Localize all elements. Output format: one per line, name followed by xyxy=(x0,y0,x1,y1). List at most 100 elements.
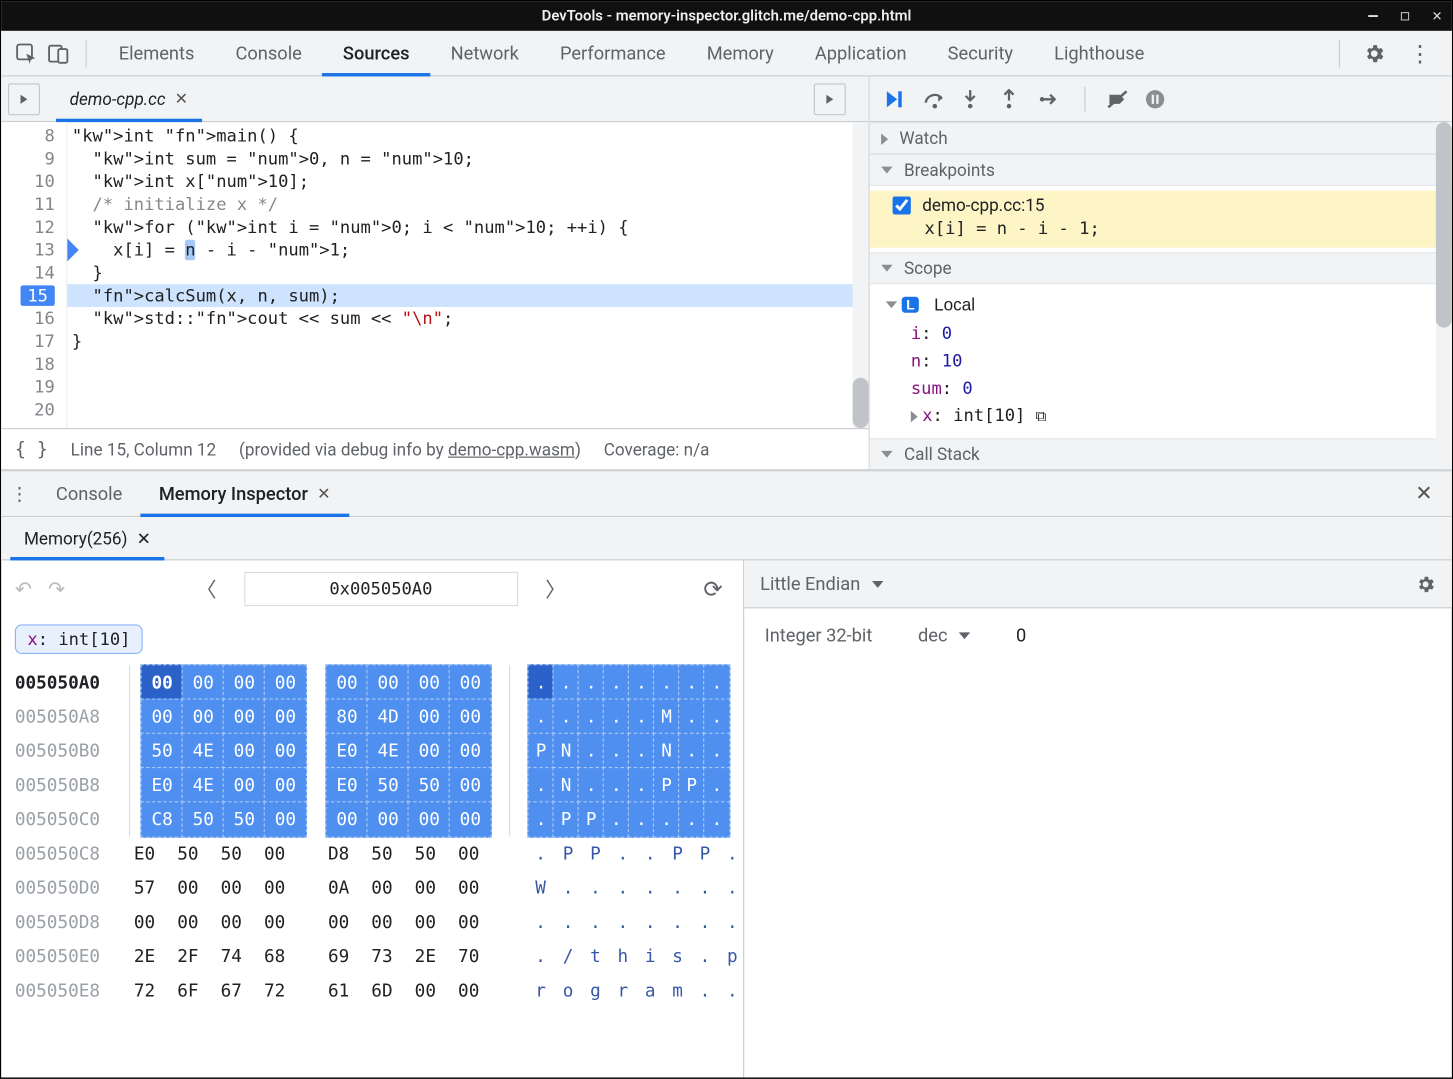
hex-byte[interactable]: 2E xyxy=(123,939,166,973)
step-into-icon[interactable] xyxy=(961,88,986,109)
ascii-byte[interactable]: . xyxy=(552,664,579,701)
ascii-byte[interactable]: . xyxy=(578,733,605,770)
ascii-byte[interactable]: / xyxy=(554,939,581,973)
ascii-byte[interactable]: . xyxy=(527,699,554,736)
hex-byte[interactable]: 00 xyxy=(447,905,490,939)
hex-byte[interactable]: 00 xyxy=(404,871,447,905)
ascii-byte[interactable]: . xyxy=(703,699,730,736)
hex-byte[interactable]: 00 xyxy=(325,801,368,838)
hex-byte[interactable]: 00 xyxy=(182,664,225,701)
hex-byte[interactable]: 00 xyxy=(447,837,490,871)
breakpoint-item[interactable]: demo-cpp.cc:15x[i] = n - i - 1; xyxy=(870,191,1452,248)
drawer-menu-icon[interactable]: ⋮ xyxy=(10,483,37,505)
ascii-byte[interactable]: P xyxy=(664,837,691,871)
page-next-icon[interactable]: 〉 xyxy=(538,574,572,604)
hex-byte[interactable]: 00 xyxy=(366,801,409,838)
hex-byte[interactable]: 00 xyxy=(140,699,183,736)
ascii-byte[interactable]: . xyxy=(664,871,691,905)
hex-byte[interactable]: 00 xyxy=(210,905,253,939)
ascii-byte[interactable]: N xyxy=(653,733,680,770)
ascii-byte[interactable]: . xyxy=(603,733,630,770)
tab-sources[interactable]: Sources xyxy=(322,30,430,76)
hex-byte[interactable]: 50 xyxy=(404,837,447,871)
breakpoint-checkbox[interactable] xyxy=(893,196,911,214)
hex-byte[interactable]: 4D xyxy=(366,699,409,736)
hex-byte[interactable]: 0A xyxy=(317,871,360,905)
ascii-byte[interactable]: . xyxy=(628,733,655,770)
hex-byte[interactable]: 61 xyxy=(317,974,360,1008)
hex-byte[interactable]: D8 xyxy=(317,837,360,871)
ascii-byte[interactable]: . xyxy=(603,767,630,804)
scope-var[interactable]: n: 10 xyxy=(886,347,1436,374)
hex-byte[interactable]: 50 xyxy=(140,733,183,770)
inspect-element-icon[interactable] xyxy=(10,42,42,65)
hex-byte[interactable]: 4E xyxy=(182,733,225,770)
hex-byte[interactable]: 00 xyxy=(449,699,492,736)
hex-byte[interactable]: 50 xyxy=(182,801,225,838)
close-tab-icon[interactable]: ✕ xyxy=(137,528,151,549)
ascii-byte[interactable]: . xyxy=(664,905,691,939)
ascii-byte[interactable]: P xyxy=(554,837,581,871)
hex-byte[interactable]: 72 xyxy=(123,974,166,1008)
hex-byte[interactable]: E0 xyxy=(123,837,166,871)
ascii-byte[interactable]: . xyxy=(703,733,730,770)
hex-byte[interactable]: 00 xyxy=(404,905,447,939)
ascii-byte[interactable]: . xyxy=(603,801,630,838)
hex-byte[interactable]: 00 xyxy=(449,767,492,804)
scope-section-header[interactable]: Scope xyxy=(870,252,1452,284)
address-input[interactable] xyxy=(244,572,518,606)
hex-byte[interactable]: 00 xyxy=(447,974,490,1008)
hex-byte[interactable]: 00 xyxy=(404,974,447,1008)
hex-byte[interactable]: 50 xyxy=(360,837,403,871)
tab-application[interactable]: Application xyxy=(794,30,927,76)
hex-byte[interactable]: 2F xyxy=(166,939,209,973)
hex-byte[interactable]: 00 xyxy=(264,767,307,804)
ascii-byte[interactable]: . xyxy=(719,871,746,905)
hex-byte[interactable]: 00 xyxy=(325,664,368,701)
ascii-byte[interactable]: N xyxy=(552,733,579,770)
hex-byte[interactable]: 57 xyxy=(123,871,166,905)
hex-byte[interactable]: 2E xyxy=(404,939,447,973)
ascii-byte[interactable]: . xyxy=(628,699,655,736)
hex-byte[interactable]: 00 xyxy=(264,664,307,701)
minimize-icon[interactable]: — xyxy=(1365,7,1381,25)
ascii-byte[interactable]: . xyxy=(703,664,730,701)
device-toolbar-icon[interactable] xyxy=(42,42,74,65)
ascii-byte[interactable]: g xyxy=(582,974,609,1008)
ascii-byte[interactable]: . xyxy=(554,905,581,939)
ascii-byte[interactable]: r xyxy=(609,974,636,1008)
tab-memory[interactable]: Memory xyxy=(686,30,794,76)
hex-byte[interactable]: 50 xyxy=(166,837,209,871)
scope-var[interactable]: x: int[10] ⧉ xyxy=(886,402,1436,432)
hex-byte[interactable]: 00 xyxy=(408,733,451,770)
ascii-byte[interactable]: . xyxy=(527,664,554,701)
ascii-byte[interactable]: . xyxy=(582,905,609,939)
ascii-byte[interactable]: . xyxy=(691,871,718,905)
hex-byte[interactable]: 00 xyxy=(182,699,225,736)
scope-local[interactable]: L Local xyxy=(886,291,1436,320)
ascii-byte[interactable]: . xyxy=(582,871,609,905)
ascii-byte[interactable]: P xyxy=(678,767,705,804)
hex-byte[interactable]: 00 xyxy=(253,871,296,905)
watch-section-header[interactable]: Watch xyxy=(870,122,1452,154)
hex-byte[interactable]: 00 xyxy=(223,699,266,736)
drawer-tab-memory-inspector[interactable]: Memory Inspector ✕ xyxy=(141,471,349,517)
tab-performance[interactable]: Performance xyxy=(539,30,686,76)
ascii-byte[interactable]: i xyxy=(637,939,664,973)
value-settings-gear-icon[interactable] xyxy=(1415,574,1436,595)
ascii-byte[interactable]: . xyxy=(653,801,680,838)
hex-byte[interactable]: 00 xyxy=(166,905,209,939)
step-icon[interactable] xyxy=(1039,88,1064,109)
hex-byte[interactable]: 00 xyxy=(360,905,403,939)
ascii-byte[interactable]: . xyxy=(703,767,730,804)
ascii-byte[interactable]: . xyxy=(719,974,746,1008)
ascii-byte[interactable]: . xyxy=(578,767,605,804)
ascii-byte[interactable]: . xyxy=(554,871,581,905)
maximize-icon[interactable]: ◻ xyxy=(1397,7,1413,25)
tab-console[interactable]: Console xyxy=(215,30,322,76)
value-base-select[interactable]: dec xyxy=(918,624,970,646)
hex-byte[interactable]: 00 xyxy=(317,905,360,939)
ascii-byte[interactable]: . xyxy=(527,939,554,973)
ascii-byte[interactable]: . xyxy=(527,801,554,838)
hex-byte[interactable]: 00 xyxy=(210,871,253,905)
